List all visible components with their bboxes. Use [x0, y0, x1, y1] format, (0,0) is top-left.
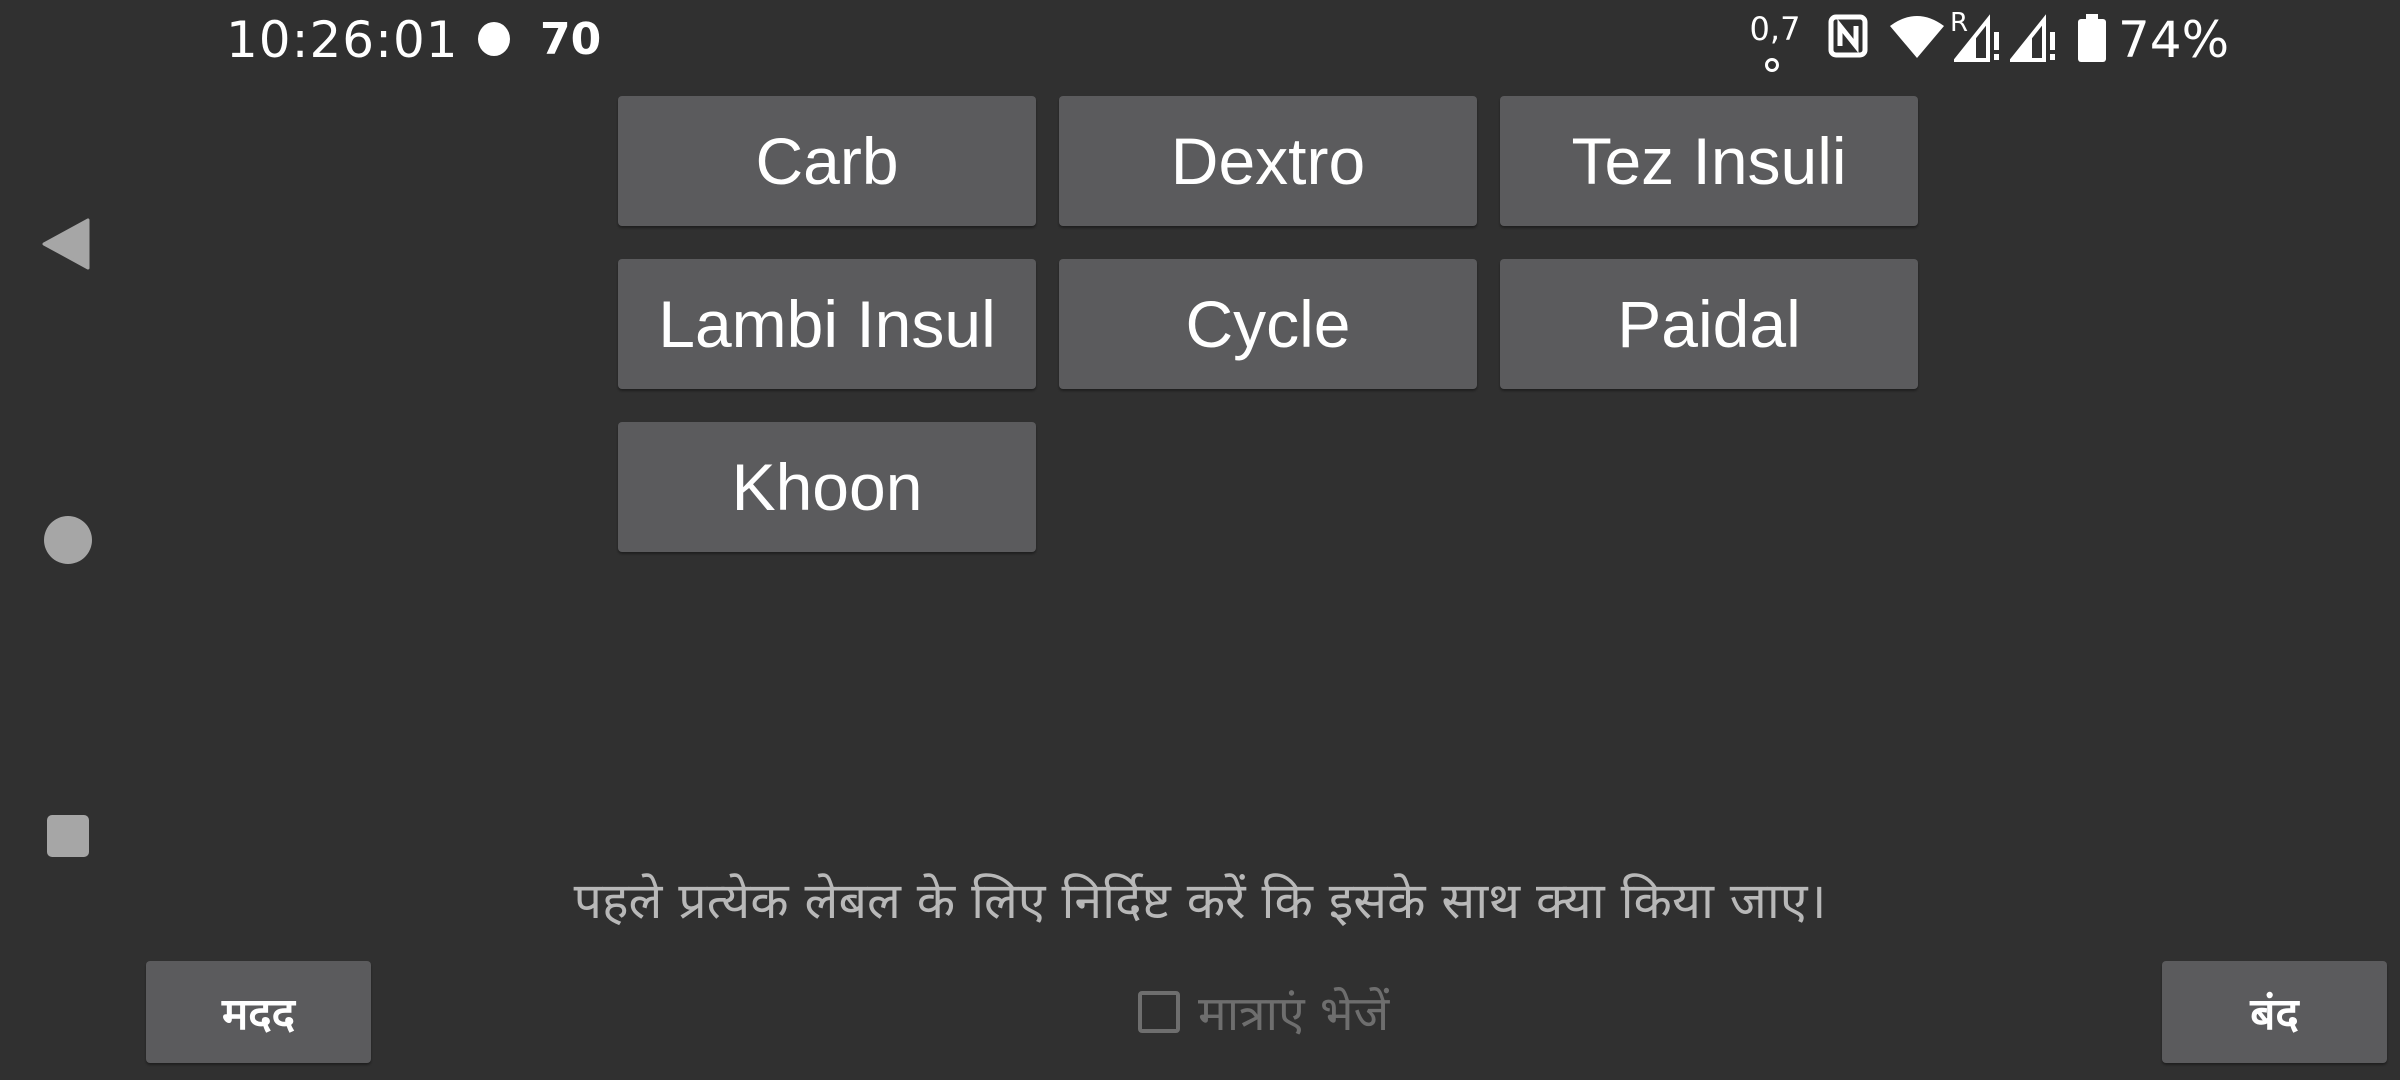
battery-percent: 74% [2118, 11, 2230, 69]
send-amounts-checkbox[interactable] [1138, 991, 1180, 1033]
signal-roaming-icon [1954, 14, 1999, 62]
label-button-dextro[interactable]: Dextro [1059, 96, 1477, 226]
notification-count: 70 [540, 14, 602, 65]
label-button-lambi-insul[interactable]: Lambi Insul [618, 259, 1036, 389]
nfc-icon [1828, 14, 1868, 58]
close-button[interactable]: बंद [2162, 961, 2387, 1063]
label-button-cycle[interactable]: Cycle [1059, 259, 1477, 389]
send-amounts-label: मात्राएं भेजें [1198, 985, 1390, 1042]
label-button-khoon[interactable]: Khoon [618, 422, 1036, 552]
status-time: 10:26:01 [226, 11, 459, 69]
label-button-paidal[interactable]: Paidal [1500, 259, 1918, 389]
back-icon[interactable] [42, 218, 90, 270]
network-speed: 0,7 [1749, 10, 1801, 48]
wifi-icon [1890, 16, 1944, 58]
screen: 10:26:01 70 0,7 R 74% Carb Dextro Tez In… [0, 0, 2400, 1080]
battery-icon [2078, 14, 2106, 62]
label-button-tez-insuli[interactable]: Tez Insuli [1500, 96, 1918, 226]
signal-icon [2010, 14, 2055, 62]
recents-icon[interactable] [47, 815, 89, 857]
network-speed-ring-icon [1765, 58, 1779, 72]
home-icon[interactable] [44, 516, 92, 564]
label-button-carb[interactable]: Carb [618, 96, 1036, 226]
status-bar: 10:26:01 70 0,7 R 74% [0, 0, 2400, 80]
instruction-text: पहले प्रत्येक लेबल के लिए निर्दिष्ट करें… [573, 872, 1827, 930]
dot-icon [478, 22, 510, 56]
help-button[interactable]: मदद [146, 961, 371, 1063]
send-amounts-checkbox-row[interactable]: मात्राएं भेजें [1138, 980, 1389, 1044]
